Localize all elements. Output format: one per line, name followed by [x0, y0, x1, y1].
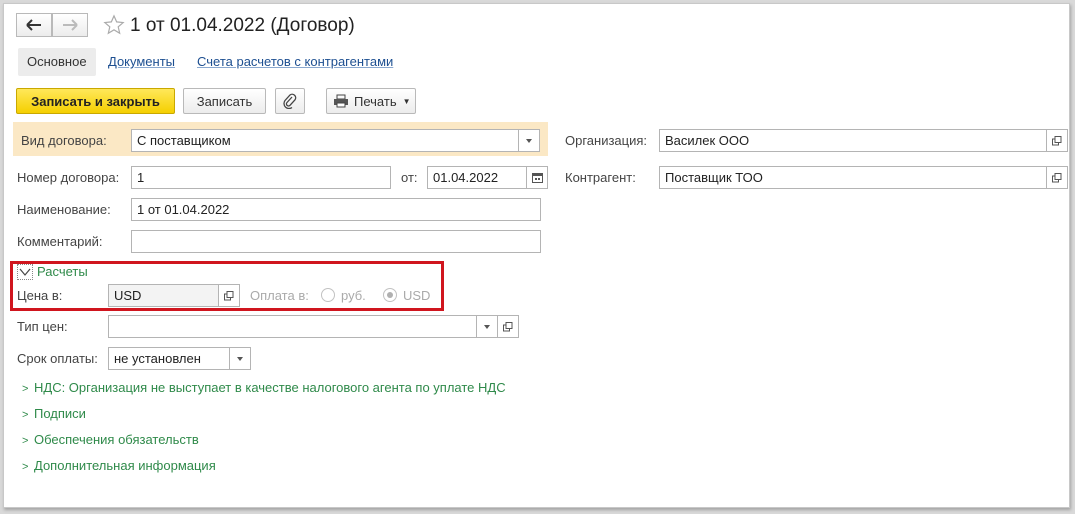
- tab-settlement-accounts[interactable]: Счета расчетов с контрагентами: [188, 48, 402, 76]
- open-link-icon: [1052, 172, 1062, 182]
- price-type-open-button[interactable]: [497, 315, 519, 338]
- price-type-field[interactable]: [108, 315, 477, 338]
- price-currency-open-button[interactable]: [218, 284, 240, 307]
- printer-icon: [334, 94, 348, 108]
- organization-label: Организация:: [565, 133, 648, 148]
- chevron-right-icon: >: [22, 409, 29, 421]
- open-link-icon: [224, 290, 234, 300]
- counterparty-label: Контрагент:: [565, 170, 636, 185]
- price-currency-field[interactable]: USD: [108, 284, 219, 307]
- payment-rub-label: руб.: [341, 288, 366, 303]
- favorite-star-icon[interactable]: [103, 14, 125, 36]
- arrow-left-icon: [26, 19, 41, 31]
- date-label: от:: [401, 170, 418, 185]
- organization-field[interactable]: Василек ООО: [659, 129, 1047, 152]
- payment-term-field[interactable]: не установлен: [108, 347, 230, 370]
- payment-term-dropdown-button[interactable]: [229, 347, 251, 370]
- payment-rub-radio[interactable]: [321, 288, 335, 302]
- section-additional-info[interactable]: > Дополнительная информация: [22, 458, 216, 473]
- page-title: 1 от 01.04.2022 (Договор): [130, 15, 355, 36]
- chevron-down-icon: [526, 138, 532, 143]
- payment-currency-label: Оплата в:: [250, 288, 309, 303]
- section-obligations-label: Обеспечения обязательств: [34, 432, 199, 447]
- section-vat-label: НДС: Организация не выступает в качестве…: [34, 380, 506, 395]
- comment-label: Комментарий:: [17, 234, 103, 249]
- comment-field[interactable]: [131, 230, 541, 253]
- settlements-toggle[interactable]: [17, 264, 33, 280]
- save-button[interactable]: Записать: [183, 88, 266, 114]
- tab-documents[interactable]: Документы: [99, 48, 184, 76]
- name-label: Наименование:: [17, 202, 111, 217]
- price-type-label: Тип цен:: [17, 319, 68, 334]
- section-obligations[interactable]: > Обеспечения обязательств: [22, 432, 199, 447]
- section-vat[interactable]: > НДС: Организация не выступает в качеств…: [22, 380, 506, 395]
- back-button[interactable]: [16, 13, 52, 37]
- paperclip-icon: [283, 93, 297, 109]
- document-window: 1 от 01.04.2022 (Договор) Основное Докум…: [3, 3, 1070, 508]
- save-and-close-button[interactable]: Записать и закрыть: [16, 88, 175, 114]
- open-link-icon: [503, 321, 513, 331]
- date-field[interactable]: 01.04.2022: [427, 166, 527, 189]
- calendar-icon: [531, 173, 543, 183]
- payment-usd-radio[interactable]: [383, 288, 397, 302]
- section-signatures-label: Подписи: [34, 406, 86, 421]
- print-button[interactable]: Печать ▼: [326, 88, 416, 114]
- chevron-right-icon: >: [22, 435, 29, 447]
- chevron-down-icon: ▼: [402, 96, 411, 106]
- section-signatures[interactable]: > Подписи: [22, 406, 86, 421]
- chevron-right-icon: >: [22, 461, 29, 473]
- tab-main[interactable]: Основное: [18, 48, 96, 76]
- price-currency-label: Цена в:: [17, 288, 63, 303]
- contract-type-dropdown-button[interactable]: [518, 129, 540, 152]
- payment-term-label: Срок оплаты:: [17, 351, 98, 366]
- chevron-down-icon: [19, 268, 31, 276]
- contract-type-field[interactable]: С поставщиком: [131, 129, 519, 152]
- chevron-down-icon: [237, 356, 243, 361]
- organization-open-button[interactable]: [1046, 129, 1068, 152]
- contract-type-label: Вид договора:: [21, 133, 107, 148]
- open-link-icon: [1052, 135, 1062, 145]
- counterparty-field[interactable]: Поставщик ТОО: [659, 166, 1047, 189]
- payment-usd-label: USD: [403, 288, 431, 303]
- arrow-right-icon: [63, 19, 78, 31]
- chevron-down-icon: [484, 324, 490, 329]
- name-field[interactable]: 1 от 01.04.2022: [131, 198, 541, 221]
- contract-number-label: Номер договора:: [17, 170, 120, 185]
- price-type-dropdown-button[interactable]: [476, 315, 498, 338]
- contract-number-field[interactable]: 1: [131, 166, 391, 189]
- forward-button[interactable]: [52, 13, 88, 37]
- settlements-header[interactable]: Расчеты: [37, 264, 88, 279]
- chevron-right-icon: >: [22, 383, 29, 395]
- counterparty-open-button[interactable]: [1046, 166, 1068, 189]
- attach-button[interactable]: [275, 88, 305, 114]
- calendar-button[interactable]: [526, 166, 548, 189]
- print-button-label: Печать: [354, 93, 397, 109]
- section-additional-info-label: Дополнительная информация: [34, 458, 216, 473]
